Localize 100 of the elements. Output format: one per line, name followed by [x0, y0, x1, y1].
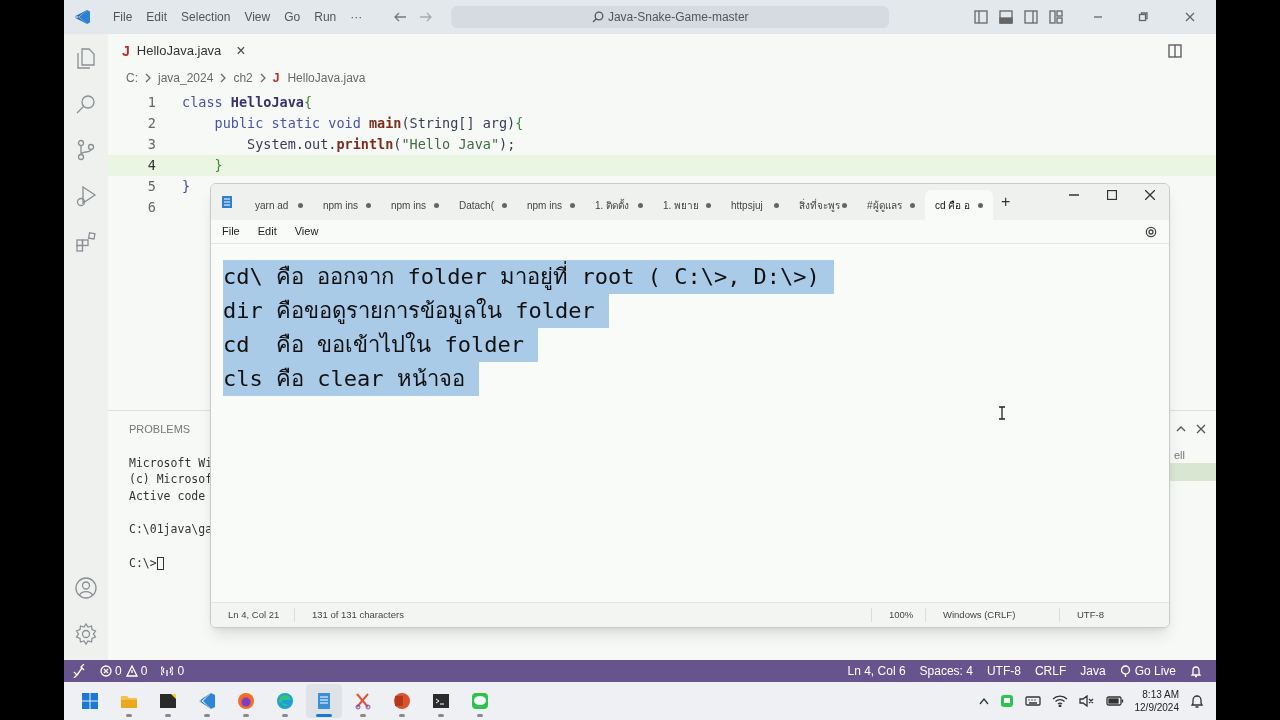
menu-item[interactable]: ··· — [343, 8, 370, 26]
account-icon[interactable] — [74, 576, 98, 600]
selected-text: cls คือ clear หน้าจอ — [223, 362, 479, 396]
terminal-list-item[interactable]: ell — [1170, 447, 1216, 463]
error-count[interactable]: 0 — [115, 662, 122, 680]
status-item[interactable]: Ln 4, Col 6 — [847, 662, 906, 680]
notepad-icon[interactable] — [306, 684, 342, 718]
run-debug-icon[interactable] — [74, 184, 98, 208]
search-field[interactable]: Java-Snake-Game-master — [451, 6, 890, 28]
status-item: Ln 4, Col 21 — [227, 607, 281, 622]
terminal-line: C:\> — [129, 554, 157, 572]
new-tab-button[interactable]: + — [1001, 190, 1011, 214]
breadcrumb-item[interactable]: HelloJava.java — [287, 69, 366, 87]
notepad-tab[interactable]: 1. พยาย — [653, 190, 721, 220]
line-number: 1 — [146, 93, 156, 113]
notepad-tab[interactable]: httpsjuj — [721, 190, 789, 220]
clock-date[interactable]: 12/9/2024 — [1134, 701, 1179, 714]
line-number: 4 — [146, 156, 156, 176]
chevron-right-icon — [219, 73, 228, 83]
panel-layout-icon[interactable] — [999, 10, 1013, 24]
chevron-up-icon[interactable] — [1176, 425, 1186, 433]
maximize-icon[interactable] — [1107, 190, 1117, 200]
notepad-tab[interactable]: Datach( — [449, 190, 517, 220]
sidebar-layout-icon[interactable] — [974, 10, 988, 24]
menu-item[interactable]: View — [285, 223, 328, 240]
selected-row-highlight — [1170, 463, 1216, 481]
panel-tab[interactable]: PROBLEMS — [129, 420, 191, 438]
search-icon — [591, 11, 604, 23]
status-item: 100% — [871, 607, 925, 623]
breadcrumb-item[interactable]: ch2 — [233, 69, 253, 87]
secondary-sidebar-icon[interactable] — [1024, 10, 1038, 24]
split-editor-icon[interactable] — [1168, 44, 1182, 58]
extensions-icon[interactable] — [74, 230, 98, 254]
menu-item[interactable]: Run — [307, 8, 344, 26]
notepad-tab[interactable]: cd คือ อ — [925, 190, 993, 220]
error-icon[interactable] — [100, 665, 112, 677]
code-line: public static void main(String[] arg){ — [213, 114, 524, 134]
speaker-muted-icon[interactable] — [1078, 695, 1095, 707]
antenna-icon[interactable] — [161, 665, 174, 677]
notepad-tab[interactable]: 1. ติดตั้ง — [585, 190, 653, 220]
notepad-tab[interactable]: สิ่งที่จะพูร — [789, 190, 857, 220]
text-area[interactable]: cd\ คือ ออกจาก folder มาอยู่ที่ root ( C:\>, D:\>) dir คือขอดูรายการข้อมูลใน folder cd คือ ขอเข้าไปใน folder cls คือ clear หน้าจอ — [211, 244, 1169, 602]
menu-item[interactable]: Selection — [174, 8, 238, 26]
status-item: 131 of 131 characters — [294, 607, 594, 623]
terminal-line: Active code — [129, 487, 206, 505]
notepad-tab[interactable]: npm ins — [381, 190, 449, 220]
notification-bell-icon[interactable] — [1190, 694, 1204, 708]
text-cursor-icon — [998, 406, 1006, 420]
status-item[interactable]: CRLF — [1034, 662, 1067, 680]
keyboard-icon[interactable] — [1024, 695, 1041, 707]
go-live-button[interactable]: Go Live — [1119, 662, 1176, 680]
close-tab-button[interactable]: × — [236, 39, 246, 63]
selected-text: cd\ คือ ออกจาก folder มาอยู่ที่ root ( C:\>, D:\>) — [223, 260, 834, 294]
close-icon[interactable] — [1145, 190, 1155, 200]
terminal-cursor — [156, 556, 164, 570]
close-icon[interactable] — [1196, 424, 1206, 434]
bell-icon[interactable] — [1190, 664, 1202, 678]
terminal-line: (c) Microsof — [129, 471, 213, 489]
status-item: Windows (CRLF) — [925, 607, 1059, 623]
menu-item[interactable]: Edit — [139, 8, 175, 26]
restore-icon[interactable] — [1137, 11, 1149, 23]
ports-count[interactable]: 0 — [177, 662, 185, 680]
wifi-icon[interactable] — [1051, 695, 1068, 707]
clock-time[interactable]: 8:13 AM — [1142, 688, 1179, 701]
menu-item[interactable]: Go — [277, 8, 308, 26]
remote-icon[interactable] — [72, 664, 86, 678]
chevron-right-icon — [144, 73, 152, 83]
line-number: 5 — [146, 177, 156, 197]
search-icon[interactable] — [74, 92, 98, 116]
code-line: } — [213, 156, 223, 176]
status-item[interactable]: Spaces: 4 — [919, 662, 973, 680]
code-line: class HelloJava{ — [182, 93, 313, 113]
notepad-tab[interactable]: yarn ad — [245, 190, 313, 220]
notepad-tab[interactable]: npm ins — [517, 190, 585, 220]
chevron-up-icon[interactable] — [978, 697, 989, 705]
warning-icon[interactable] — [125, 665, 138, 677]
layout-grid-icon[interactable] — [1049, 10, 1063, 24]
menu-item[interactable]: Edit — [248, 223, 286, 240]
vscode-logo-icon — [74, 8, 92, 26]
terminal-line: Microsoft Wi — [129, 454, 213, 472]
selected-text: dir คือขอดูรายการข้อมูลใน folder — [223, 294, 609, 328]
settings-icon[interactable] — [1145, 225, 1157, 238]
warning-count[interactable]: 0 — [140, 662, 148, 680]
menu-item[interactable]: File — [106, 8, 140, 26]
selected-text: cd คือ ขอเข้าไปใน folder — [223, 328, 538, 362]
breadcrumb-item[interactable]: C: — [126, 69, 138, 87]
back-arrow-icon[interactable] — [393, 11, 408, 23]
chevron-right-icon — [258, 73, 267, 83]
menu-item[interactable]: View — [237, 8, 278, 26]
status-item[interactable]: UTF-8 — [986, 662, 1021, 680]
status-item[interactable]: Java — [1080, 662, 1106, 680]
code-line: System.out.println("Hello Java"); — [246, 135, 516, 155]
menu-item[interactable]: File — [213, 223, 249, 240]
notepad-tab[interactable]: #ผู้ดูแลร — [857, 190, 925, 220]
battery-icon[interactable] — [1105, 696, 1124, 706]
notepad-tab[interactable]: npm ins — [313, 190, 381, 220]
line-number: 3 — [146, 135, 156, 155]
line-number: 6 — [146, 198, 156, 218]
java-file-icon: J — [272, 69, 280, 87]
breadcrumb-item[interactable]: java_2024 — [158, 69, 214, 87]
